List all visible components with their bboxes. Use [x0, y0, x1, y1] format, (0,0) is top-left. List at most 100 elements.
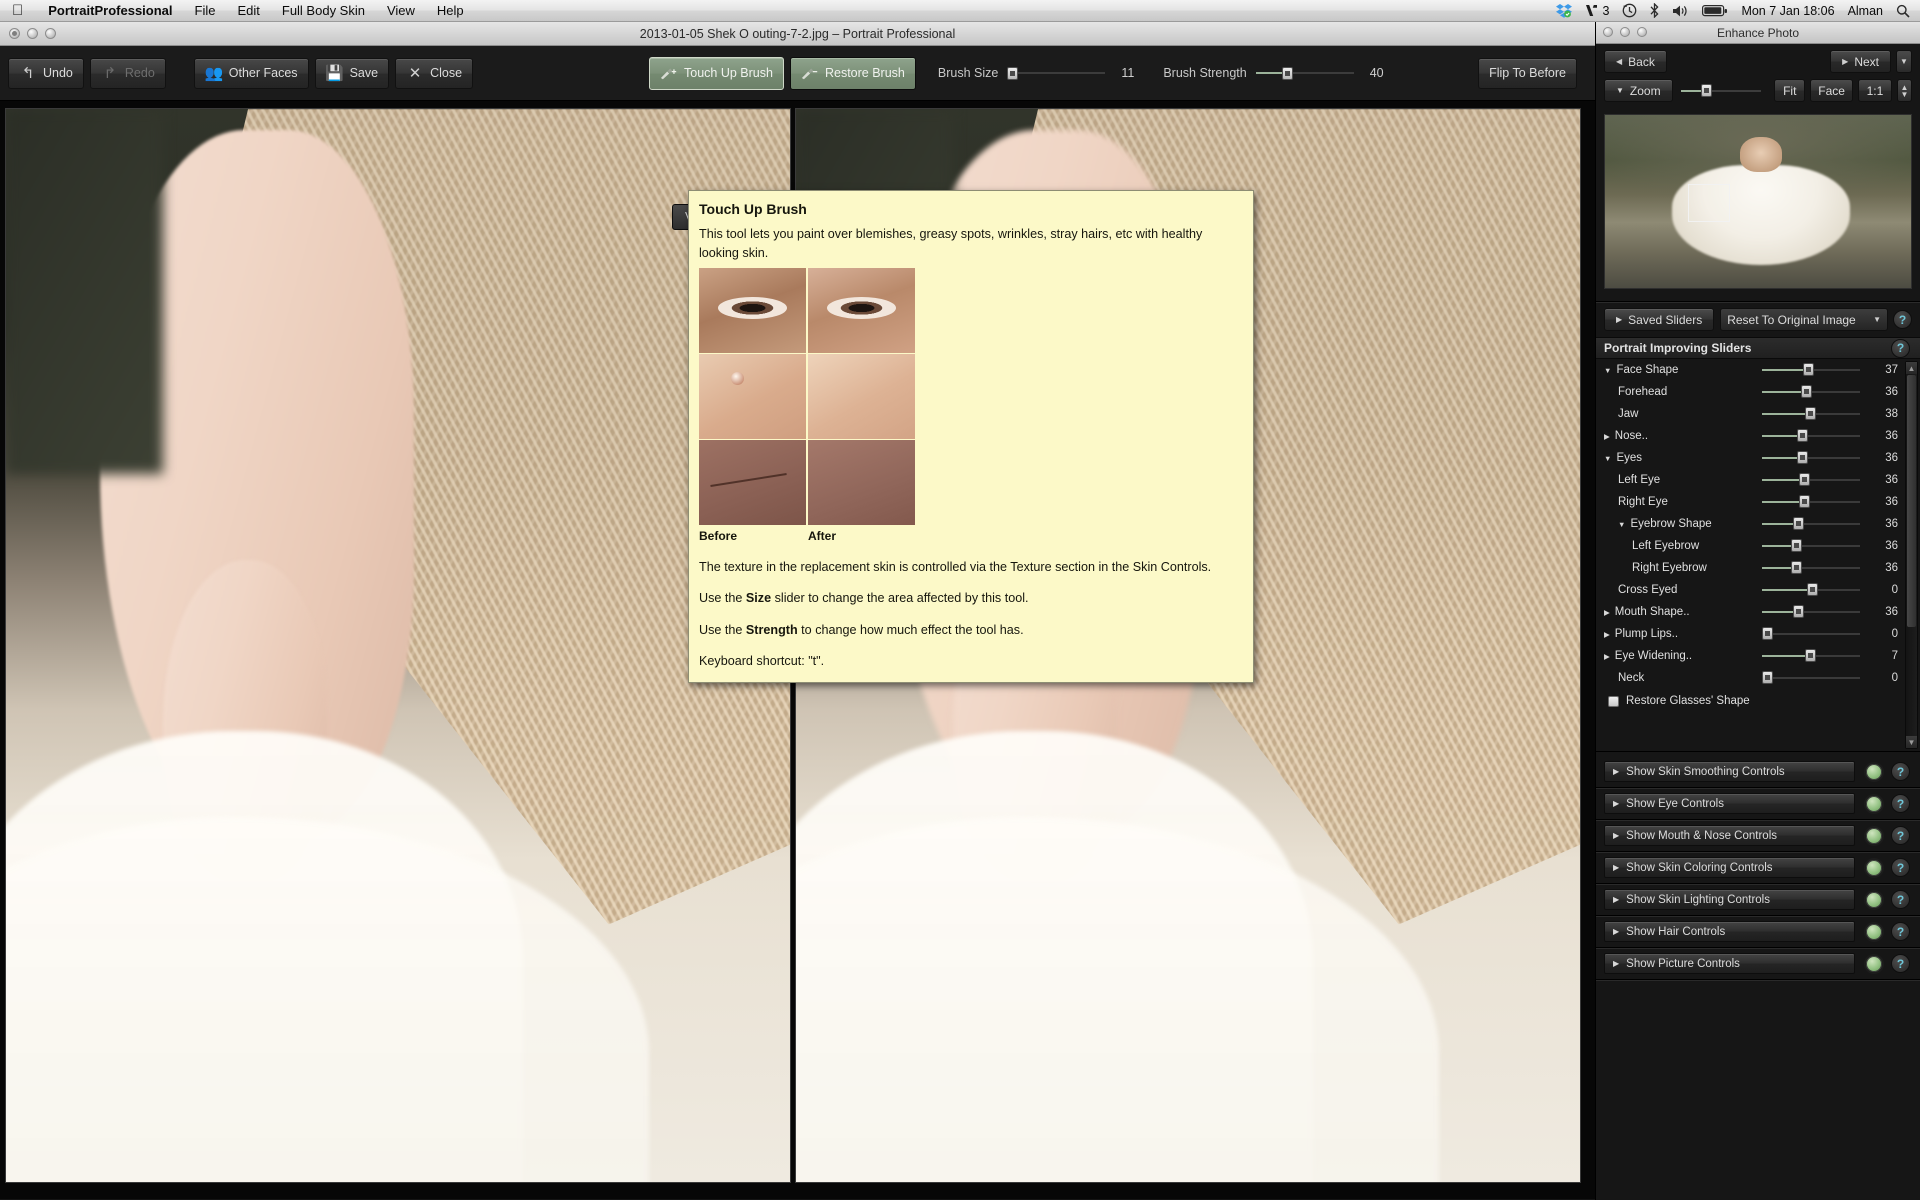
reset-help-button[interactable]: ? — [1893, 310, 1912, 329]
menu-item-file[interactable]: File — [184, 3, 227, 18]
slider-knob[interactable] — [1801, 385, 1813, 398]
show-control-button[interactable]: ▶ Show Skin Lighting Controls — [1604, 889, 1855, 910]
close-button[interactable]: ✕ Close — [395, 57, 474, 89]
right-zoom-button[interactable] — [1637, 27, 1647, 37]
slider-row[interactable]: ▶ Nose.. 36 — [1596, 425, 1920, 447]
zoom-window-button[interactable] — [45, 28, 56, 39]
menu-item-help[interactable]: Help — [426, 3, 475, 18]
right-window-controls[interactable] — [1603, 27, 1647, 37]
value-slider[interactable] — [1762, 451, 1860, 465]
next-button[interactable]: Next — [1830, 50, 1891, 73]
bluetooth-icon[interactable] — [1650, 3, 1659, 18]
value-slider[interactable] — [1762, 539, 1860, 553]
menu-item-view[interactable]: View — [376, 3, 426, 18]
value-slider[interactable] — [1762, 649, 1860, 663]
show-control-help-button[interactable]: ? — [1891, 858, 1910, 877]
slider-row[interactable]: Jaw 38 — [1596, 403, 1920, 425]
zoom-stepper[interactable]: ▲ ▼ — [1896, 79, 1912, 102]
show-control-button[interactable]: ▶ Show Hair Controls — [1604, 921, 1855, 942]
slider-row[interactable]: ▼ Eyes 36 — [1596, 447, 1920, 469]
slider-knob[interactable] — [1281, 66, 1293, 80]
navigator-thumbnail[interactable] — [1604, 114, 1912, 289]
value-slider[interactable] — [1762, 429, 1860, 443]
undo-button[interactable]: ↰ Undo — [8, 57, 84, 89]
show-control-toggle-led[interactable] — [1864, 889, 1884, 910]
slider-row[interactable]: Left Eye 36 — [1596, 469, 1920, 491]
chevron-down-icon[interactable]: ▼ — [1604, 366, 1611, 375]
slider-knob[interactable] — [1762, 671, 1773, 684]
show-control-button[interactable]: ▶ Show Eye Controls — [1604, 793, 1855, 814]
dropbox-icon[interactable] — [1556, 3, 1573, 18]
close-window-button[interactable] — [9, 28, 20, 39]
slider-knob[interactable] — [1797, 429, 1809, 442]
viewport-crop-box[interactable] — [1687, 184, 1731, 223]
show-control-toggle-led[interactable] — [1864, 793, 1884, 814]
value-slider[interactable] — [1762, 363, 1860, 377]
search-icon[interactable] — [1896, 4, 1910, 18]
slider-knob[interactable] — [1007, 66, 1019, 80]
slider-knob[interactable] — [1791, 561, 1803, 574]
right-minimize-button[interactable] — [1620, 27, 1630, 37]
restore-glasses-row[interactable]: Restore Glasses' Shape — [1596, 689, 1920, 713]
slider-knob[interactable] — [1791, 539, 1803, 552]
slider-knob[interactable] — [1700, 84, 1712, 97]
sliders-help-button[interactable]: ? — [1891, 338, 1910, 358]
show-control-help-button[interactable]: ? — [1891, 794, 1910, 813]
show-control-button[interactable]: ▶ Show Skin Smoothing Controls — [1604, 761, 1855, 782]
value-slider[interactable] — [1762, 561, 1860, 575]
restore-glasses-checkbox[interactable] — [1608, 695, 1619, 707]
minimize-window-button[interactable] — [27, 28, 38, 39]
show-control-button[interactable]: ▶ Show Picture Controls — [1604, 953, 1855, 974]
slider-knob[interactable] — [1797, 451, 1809, 464]
slider-knob[interactable] — [1805, 407, 1817, 420]
restore-brush-button[interactable]: Restore Brush — [789, 56, 916, 90]
slider-knob[interactable] — [1793, 517, 1805, 530]
scrollbar-thumb[interactable] — [1907, 375, 1916, 627]
show-control-button[interactable]: ▶ Show Mouth & Nose Controls — [1604, 825, 1855, 846]
chevron-right-icon[interactable]: ▶ — [1604, 630, 1610, 639]
portrait-sliders-list[interactable]: ▼ Face Shape 37 Forehead 36 Jaw 38 ▶ Nose.. 36 ▼ Ey… — [1596, 359, 1920, 752]
touch-up-brush-button[interactable]: Touch Up Brush — [649, 56, 784, 90]
zoom-1to1-button[interactable]: 1:1 — [1858, 79, 1892, 102]
slider-row[interactable]: ▶ Plump Lips.. 0 — [1596, 623, 1920, 645]
menu-item-full-body-skin[interactable]: Full Body Skin — [271, 3, 376, 18]
slider-knob[interactable] — [1805, 649, 1817, 662]
show-control-button[interactable]: ▶ Show Skin Coloring Controls — [1604, 857, 1855, 878]
right-close-button[interactable] — [1603, 27, 1613, 37]
value-slider[interactable] — [1762, 671, 1860, 685]
slider-knob[interactable] — [1799, 473, 1811, 486]
value-slider[interactable] — [1762, 605, 1860, 619]
chevron-right-icon[interactable]: ▶ — [1604, 608, 1610, 617]
value-slider[interactable] — [1762, 385, 1860, 399]
chevron-right-icon[interactable]: ▶ — [1604, 652, 1610, 661]
show-control-toggle-led[interactable] — [1864, 825, 1884, 846]
zoom-slider[interactable] — [1680, 84, 1762, 98]
slider-row[interactable]: Left Eyebrow 36 — [1596, 535, 1920, 557]
scroll-up-arrow[interactable]: ▲ — [1906, 362, 1917, 374]
chevron-down-icon[interactable]: ▼ — [1604, 454, 1611, 463]
sliders-scrollbar[interactable]: ▲ ▼ — [1905, 361, 1918, 749]
zoom-face-button[interactable]: Face — [1810, 79, 1854, 102]
slider-row[interactable]: Forehead 36 — [1596, 381, 1920, 403]
next-stepper[interactable]: ▼ — [1896, 50, 1912, 73]
value-slider[interactable] — [1762, 583, 1860, 597]
value-slider[interactable] — [1762, 627, 1860, 641]
show-control-toggle-led[interactable] — [1864, 953, 1884, 974]
slider-row[interactable]: Right Eyebrow 36 — [1596, 557, 1920, 579]
show-control-toggle-led[interactable] — [1864, 761, 1884, 782]
slider-row[interactable]: ▼ Face Shape 37 — [1596, 359, 1920, 381]
saved-sliders-button[interactable]: Saved Sliders — [1604, 308, 1715, 331]
slider-row[interactable]: ▼ Eyebrow Shape 36 — [1596, 513, 1920, 535]
value-slider[interactable] — [1762, 517, 1860, 531]
back-button[interactable]: Back — [1604, 50, 1667, 73]
show-control-help-button[interactable]: ? — [1891, 762, 1910, 781]
zoom-fit-button[interactable]: Fit — [1774, 79, 1806, 102]
window-controls[interactable] — [9, 28, 56, 39]
before-image-pane[interactable] — [5, 108, 791, 1183]
battery-icon[interactable] — [1702, 4, 1728, 17]
chevron-down-icon[interactable]: ▼ — [1618, 520, 1625, 529]
flip-to-before-button[interactable]: Flip To Before — [1478, 57, 1577, 89]
show-control-help-button[interactable]: ? — [1891, 890, 1910, 909]
reset-select[interactable]: Reset To Original Image ▼ — [1720, 308, 1888, 331]
value-slider[interactable] — [1762, 407, 1860, 421]
